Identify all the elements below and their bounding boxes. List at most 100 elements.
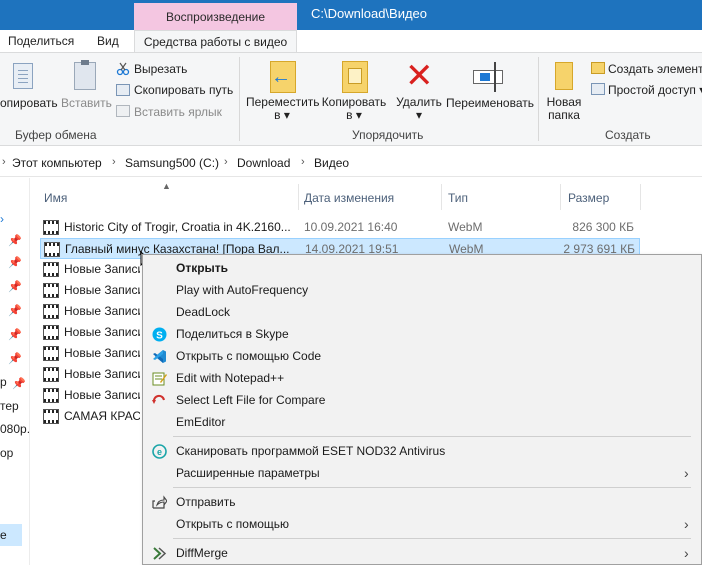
- menu-item-label: Отправить: [176, 495, 236, 509]
- address-bar[interactable]: › Этот компьютер › Samsung500 (C:) › Dow…: [0, 150, 702, 177]
- nav-item-fragment[interactable]: 080р.: [0, 422, 30, 436]
- column-header-name[interactable]: Имя: [44, 191, 67, 211]
- column-header-date[interactable]: Дата изменения: [304, 191, 394, 211]
- file-name: Новые Записи: [64, 283, 140, 297]
- pin-icon: 📌: [8, 257, 22, 269]
- menu-item-deadlock[interactable]: DeadLock: [144, 301, 701, 323]
- dropdown-arrow-icon: ▾: [415, 108, 423, 122]
- chevron-right-icon: ›: [2, 156, 6, 168]
- file-name: Historic City of Trogir, Croatia in 4K.2…: [64, 220, 291, 234]
- file-name: Новые Записи: [64, 346, 140, 360]
- paste-button[interactable]: Вставить: [61, 96, 112, 110]
- easy-access-button[interactable]: Простой доступ ▾: [608, 83, 702, 97]
- context-menu: Открыть Play with AutoFrequency DeadLock…: [142, 254, 702, 565]
- video-file-icon: [43, 409, 59, 424]
- column-header-type[interactable]: Тип: [448, 191, 468, 211]
- delete-button[interactable]: Удалить ▾: [393, 96, 445, 122]
- pin-icon: 📌: [8, 353, 22, 365]
- svg-text:S: S: [156, 331, 163, 342]
- nav-item-fragment[interactable]: ›: [0, 212, 4, 226]
- menu-item-label: DiffMerge: [176, 546, 228, 560]
- menu-item-notepadpp[interactable]: Edit with Notepad++: [144, 367, 701, 389]
- file-type: WebM: [448, 220, 483, 234]
- menu-item-share-skype[interactable]: S Поделиться в Skype: [144, 323, 701, 345]
- file-name: Новые Записи: [64, 367, 140, 381]
- pin-icon: 📌: [8, 329, 22, 341]
- nav-item-selected[interactable]: е: [0, 524, 22, 546]
- breadcrumb-this-pc[interactable]: Этот компьютер: [12, 156, 102, 170]
- tab-video-tools[interactable]: Средства работы с видео: [134, 30, 297, 52]
- menu-item-label: Сканировать программой ESET NOD32 Antivi…: [176, 444, 446, 458]
- menu-item-play-autofrequency[interactable]: Play with AutoFrequency: [144, 279, 701, 301]
- menu-item-label: Play with AutoFrequency: [176, 283, 309, 297]
- nav-item-fragment[interactable]: р: [0, 375, 7, 389]
- copy-to-label-2: в: [346, 108, 353, 122]
- video-file-icon: [43, 262, 59, 277]
- pin-icon: 📌: [8, 305, 22, 317]
- menu-item-label: DeadLock: [176, 305, 231, 319]
- menu-item-label: Edit with Notepad++: [176, 371, 285, 385]
- menu-item-open[interactable]: Открыть: [144, 257, 701, 279]
- new-folder-label-2: папка: [548, 108, 580, 122]
- eset-icon: e: [152, 444, 167, 459]
- notepadpp-icon: [152, 371, 167, 386]
- nav-item-fragment[interactable]: тер: [0, 399, 19, 413]
- menu-separator: [173, 538, 691, 539]
- menu-item-label: Открыть: [176, 261, 229, 275]
- menu-item-eset-scan[interactable]: e Сканировать программой ESET NOD32 Anti…: [144, 440, 701, 462]
- new-item-icon: [591, 62, 605, 74]
- context-tab-playback[interactable]: Воспроизведение: [134, 3, 297, 30]
- video-file-icon: [43, 220, 59, 235]
- copy-path-button[interactable]: Скопировать путь: [134, 83, 233, 97]
- column-divider[interactable]: [298, 184, 299, 210]
- video-file-icon: [43, 346, 59, 361]
- menu-item-send-to[interactable]: Отправить: [144, 491, 701, 513]
- diffmerge-icon: [152, 546, 167, 561]
- breadcrumb-drive[interactable]: Samsung500 (C:): [125, 156, 219, 170]
- tab-view[interactable]: Вид: [97, 30, 119, 52]
- vscode-icon: [152, 349, 167, 364]
- file-name: Новые Записи: [64, 388, 140, 402]
- group-separator: [538, 57, 539, 141]
- text-cursor-icon: [494, 62, 496, 92]
- column-divider[interactable]: [441, 184, 442, 210]
- copy-path-icon: [116, 84, 130, 96]
- move-to-button[interactable]: Переместить в ▾: [246, 96, 320, 122]
- svg-text:e: e: [157, 447, 162, 457]
- menu-item-open-with[interactable]: Открыть с помощью ›: [144, 513, 701, 535]
- column-header-size[interactable]: Размер: [568, 191, 609, 211]
- paste-shortcut-button[interactable]: Вставить ярлык: [134, 105, 222, 119]
- rename-button[interactable]: Переименовать: [446, 96, 534, 110]
- menu-separator: [173, 487, 691, 488]
- nav-item-fragment[interactable]: ор: [0, 446, 13, 460]
- menu-item-compare[interactable]: Select Left File for Compare: [144, 389, 701, 411]
- menu-item-open-code[interactable]: Открыть с помощью Code: [144, 345, 701, 367]
- paste-shortcut-icon: [116, 105, 130, 117]
- tab-share[interactable]: Поделиться: [8, 30, 74, 52]
- copy-to-button[interactable]: Копировать в ▾: [319, 96, 389, 122]
- copy-button[interactable]: опировать: [0, 96, 58, 110]
- cut-button[interactable]: Вырезать: [134, 62, 187, 76]
- share-icon: [152, 495, 168, 510]
- breadcrumb-video[interactable]: Видео: [314, 156, 349, 170]
- menu-item-diffmerge[interactable]: DiffMerge ›: [144, 542, 701, 564]
- delete-icon: ✕: [405, 57, 434, 95]
- group-label-clipboard: Буфер обмена: [15, 128, 97, 142]
- column-divider[interactable]: [560, 184, 561, 210]
- move-to-icon: [270, 61, 296, 93]
- sort-ascending-icon: ▲: [162, 181, 171, 191]
- group-label-organize: Упорядочить: [352, 128, 424, 142]
- new-folder-icon: [555, 62, 573, 90]
- dropdown-arrow-icon: ▾: [355, 108, 362, 122]
- menu-item-label: Поделиться в Skype: [176, 327, 289, 341]
- breadcrumb-download[interactable]: Download: [237, 156, 290, 170]
- video-file-icon: [43, 367, 59, 382]
- menu-item-advanced[interactable]: Расширенные параметры ›: [144, 462, 701, 484]
- file-row[interactable]: Historic City of Trogir, Croatia in 4K.2…: [40, 217, 640, 238]
- column-divider[interactable]: [640, 184, 641, 210]
- new-folder-button[interactable]: Новая папка: [543, 96, 585, 122]
- easy-access-icon: [591, 83, 605, 95]
- new-item-button[interactable]: Создать элемент ▾: [608, 62, 702, 76]
- file-name: Новые Записи: [64, 325, 140, 339]
- menu-item-emeditor[interactable]: EmEditor: [144, 411, 701, 433]
